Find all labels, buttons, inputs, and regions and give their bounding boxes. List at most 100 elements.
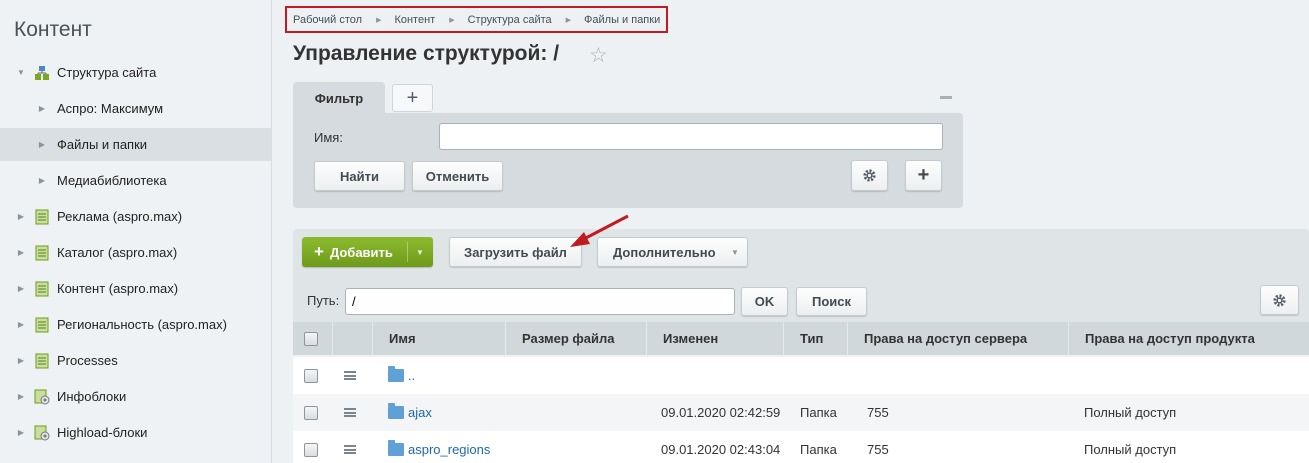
column-product-rights[interactable]: Права на доступ продукта [1069, 322, 1309, 355]
row-type: Папка [800, 442, 837, 457]
find-button[interactable]: Найти [314, 161, 405, 191]
row-product-rights: Полный доступ [1084, 405, 1177, 420]
sidebar-item-ads[interactable]: ▶ Реклама (aspro.max) [0, 200, 271, 233]
sidebar-item-label: Инфоблоки [57, 389, 127, 404]
add-filter-field-button[interactable]: + [905, 160, 942, 191]
column-type[interactable]: Тип [784, 322, 848, 355]
chevron-right-icon[interactable]: ▶ [37, 140, 47, 149]
table-row[interactable]: aspro_regions 09.01.2020 02:43:04 Папка … [293, 431, 1309, 463]
filter-settings-button[interactable] [851, 160, 888, 191]
site-structure-icon [35, 65, 49, 80]
row-size [506, 394, 647, 431]
add-filter-tab-button[interactable]: + [392, 84, 433, 112]
row-size [506, 431, 647, 463]
column-name[interactable]: Имя [373, 322, 506, 355]
sidebar-item-files-folders[interactable]: ▶ Файлы и папки [0, 128, 271, 161]
plus-icon: + [917, 164, 930, 186]
chevron-right-icon[interactable]: ▶ [37, 176, 47, 185]
chevron-right-icon[interactable]: ▶ [16, 428, 26, 437]
collapse-filter-icon[interactable] [940, 96, 952, 99]
table-row[interactable]: .. [293, 357, 1309, 394]
row-product-rights: Полный доступ [1084, 442, 1177, 457]
breadcrumb-site-structure[interactable]: Структура сайта [468, 14, 552, 26]
sidebar-item-label: Каталог (aspro.max) [57, 245, 178, 260]
add-button-label: Добавить [329, 244, 393, 260]
folder-icon [388, 440, 404, 456]
select-all-checkbox[interactable] [304, 331, 318, 346]
chevron-right-icon[interactable]: ▶ [16, 212, 26, 221]
row-checkbox[interactable] [304, 442, 318, 457]
breadcrumb-desktop[interactable]: Рабочий стол [293, 14, 362, 26]
breadcrumb: Рабочий стол ▶ Контент ▶ Структура сайта… [285, 6, 669, 33]
column-server-rights[interactable]: Права на доступ сервера [848, 322, 1069, 355]
sidebar: Контент ▼ Структура сайта ▶ Аспро: Макси… [0, 0, 272, 463]
chevron-right-icon[interactable]: ▶ [16, 320, 26, 329]
row-server-rights [848, 357, 1069, 394]
more-button[interactable]: Дополнительно ▼ [597, 237, 748, 267]
upload-file-button[interactable]: Загрузить файл [449, 237, 582, 267]
search-button[interactable]: Поиск [796, 287, 867, 316]
chevron-right-icon[interactable]: ▶ [16, 248, 26, 257]
chevron-down-icon[interactable]: ▼ [416, 248, 424, 257]
sidebar-item-processes[interactable]: ▶ Processes [0, 344, 271, 377]
row-name[interactable]: ajax [408, 405, 432, 420]
chevron-right-icon[interactable]: ▶ [37, 104, 47, 113]
row-menu-icon[interactable] [344, 445, 356, 454]
chevron-right-icon[interactable]: ▶ [16, 356, 26, 365]
table-row[interactable]: ajax 09.01.2020 02:42:59 Папка 755 Полны… [293, 394, 1309, 431]
sidebar-item-media-library[interactable]: ▶ Медиабиблиотека [0, 164, 271, 197]
chevron-right-icon[interactable]: ▶ [16, 392, 26, 401]
sidebar-item-label: Контент (aspro.max) [57, 281, 179, 296]
row-server-rights: 755 [867, 442, 889, 457]
ok-button[interactable]: OK [741, 287, 788, 316]
table-header: Имя Размер файла Изменен Тип Права на до… [293, 322, 1309, 355]
plus-icon: + [314, 242, 324, 261]
path-input[interactable] [345, 288, 735, 315]
sidebar-item-aspro-max[interactable]: ▶ Аспро: Максимум [0, 92, 271, 125]
breadcrumb-files-folders[interactable]: Файлы и папки [584, 14, 660, 26]
sidebar-item-content[interactable]: ▶ Контент (aspro.max) [0, 272, 271, 305]
list-icon [35, 209, 49, 224]
folder-icon [388, 403, 404, 419]
chevron-down-icon[interactable]: ▼ [16, 68, 26, 77]
row-modified [647, 357, 784, 394]
sidebar-item-highload[interactable]: ▶ Highload-блоки [0, 416, 271, 449]
row-menu-icon[interactable] [344, 371, 356, 380]
table-settings-button[interactable] [1260, 285, 1299, 315]
add-button[interactable]: + Добавить ▼ [302, 237, 433, 267]
column-size[interactable]: Размер файла [506, 322, 647, 355]
star-icon[interactable]: ☆ [589, 43, 608, 68]
breadcrumb-content[interactable]: Контент [394, 14, 435, 26]
toolbar: + Добавить ▼ Загрузить файл Дополнительн… [293, 229, 1309, 322]
row-checkbox[interactable] [304, 405, 318, 420]
cancel-button[interactable]: Отменить [412, 161, 503, 191]
name-filter-input[interactable] [439, 123, 943, 150]
chevron-right-icon: ▶ [449, 16, 455, 24]
sidebar-item-infoblocks[interactable]: ▶ Инфоблоки [0, 380, 271, 413]
row-name[interactable]: aspro_regions [408, 442, 490, 457]
row-name[interactable]: .. [408, 368, 415, 383]
row-type [784, 357, 848, 394]
tab-filter[interactable]: Фильтр [293, 82, 385, 115]
row-checkbox[interactable] [304, 368, 318, 383]
chevron-right-icon[interactable]: ▶ [16, 284, 26, 293]
main-content: Рабочий стол ▶ Контент ▶ Структура сайта… [273, 0, 1309, 463]
column-modified[interactable]: Изменен [647, 322, 784, 355]
list-icon [35, 353, 49, 368]
row-type: Папка [800, 405, 837, 420]
sidebar-item-regionality[interactable]: ▶ Региональность (aspro.max) [0, 308, 271, 341]
sidebar-item-label: Аспро: Максимум [57, 101, 164, 116]
sidebar-item-catalog[interactable]: ▶ Каталог (aspro.max) [0, 236, 271, 269]
sidebar-item-label: Highload-блоки [57, 425, 148, 440]
sidebar-title: Контент [14, 18, 92, 41]
row-server-rights: 755 [867, 405, 889, 420]
chevron-down-icon: ▼ [731, 247, 739, 257]
more-button-label: Дополнительно [613, 244, 716, 260]
row-size [506, 357, 647, 394]
page-title: Управление структурой: / [293, 42, 560, 65]
chevron-right-icon: ▶ [565, 16, 572, 24]
list-icon [35, 281, 49, 296]
gear-icon [1273, 293, 1286, 307]
sidebar-item-site-structure[interactable]: ▼ Структура сайта [0, 56, 271, 89]
row-menu-icon[interactable] [344, 408, 356, 417]
